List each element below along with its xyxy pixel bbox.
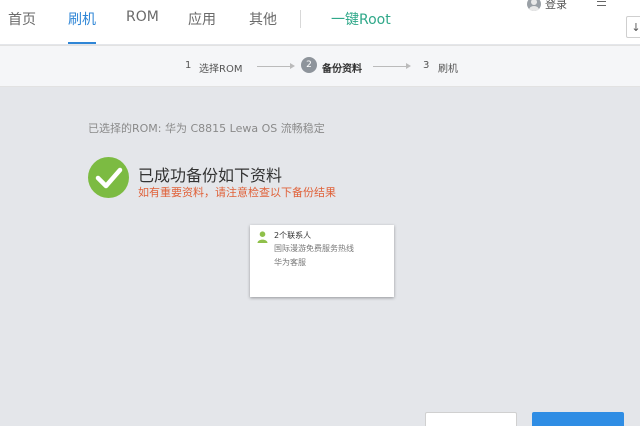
step-1-number: 1 [185, 60, 192, 71]
tab-flash[interactable]: 刷机 [68, 9, 96, 29]
step-arrow [373, 66, 407, 67]
login-link[interactable]: 登录 [527, 0, 567, 12]
success-title: 已成功备份如下资料 [138, 166, 283, 185]
backup-contacts-card[interactable]: 2个联系人 国际漫游免费服务热线 华为客服 [250, 225, 394, 297]
download-button[interactable]: ↓ [626, 16, 640, 38]
previous-button[interactable] [425, 412, 517, 426]
contact-person-icon [257, 231, 268, 243]
tab-one-click-root[interactable]: 一键Root [331, 9, 391, 29]
arrow-head-icon [290, 63, 295, 69]
contact-entry: 华为客服 [274, 258, 306, 267]
step-1-label: 选择ROM [199, 64, 243, 75]
contact-entry: 国际漫游免费服务热线 [274, 244, 354, 253]
login-label: 登录 [545, 0, 567, 11]
tab-other[interactable]: 其他 [249, 9, 277, 29]
step-arrow [257, 66, 291, 67]
step-3-label: 刷机 [438, 64, 458, 75]
progress-steps: 1 选择ROM 2 备份资料 3 刷机 [0, 45, 640, 87]
tab-apps[interactable]: 应用 [188, 9, 216, 29]
tab-rom[interactable]: ROM [126, 9, 159, 25]
nav-divider [300, 10, 301, 28]
step-2-number: 2 [301, 57, 317, 73]
selected-rom-text: 已选择的ROM: 华为 C8815 Lewa OS 流畅稳定 [88, 122, 325, 135]
tab-home[interactable]: 首页 [8, 9, 36, 29]
step-3-number: 3 [423, 60, 430, 71]
success-check-icon [88, 157, 129, 198]
backup-warning: 如有重要资料，请注意检查以下备份结果 [138, 186, 336, 199]
avatar-icon [527, 0, 541, 11]
arrow-head-icon [406, 63, 411, 69]
contacts-count: 2个联系人 [274, 231, 312, 240]
active-tab-indicator [68, 42, 96, 44]
download-arrow-icon: ↓ [631, 20, 640, 34]
top-nav: 首页 刷机 ROM 应用 其他 一键Root 登录 ↓ [0, 0, 640, 44]
menu-icon[interactable] [597, 0, 606, 6]
step-2-label: 备份资料 [322, 64, 362, 75]
next-button[interactable] [532, 412, 624, 426]
